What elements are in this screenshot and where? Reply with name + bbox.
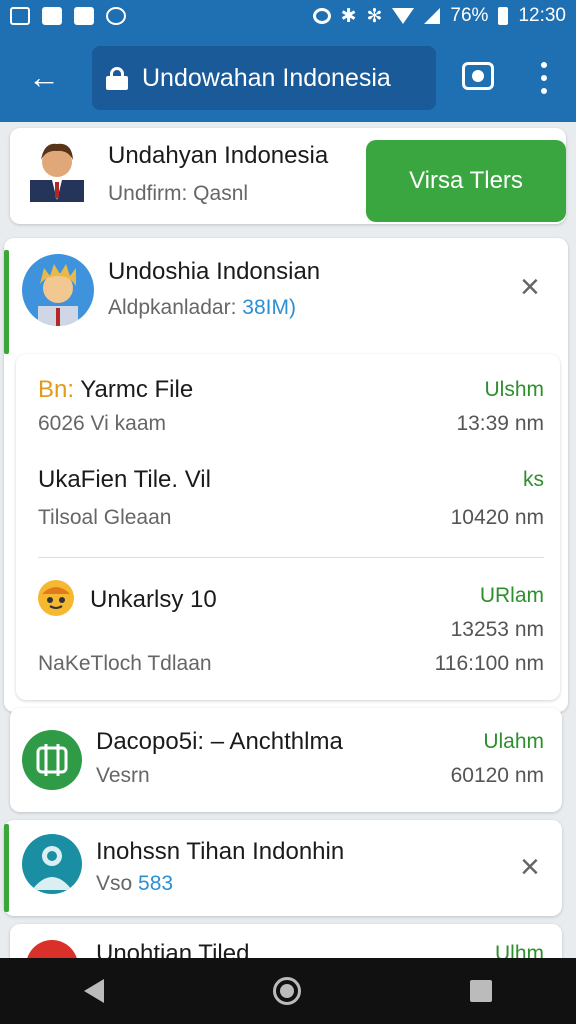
bluetooth-icon: ✱ bbox=[340, 5, 357, 27]
list-card-dacop[interactable]: Dacopo5i: – Anchthlma Ulahm Vesrn 60120 … bbox=[10, 708, 562, 812]
app-bar: ← Undowahan Indonesia bbox=[0, 32, 576, 122]
file-row-2-status: ks bbox=[523, 468, 544, 491]
dacop-sub: Vesrn bbox=[96, 764, 150, 787]
alarm-icon bbox=[312, 8, 331, 24]
file-row-2-title[interactable]: UkaFien Tile. Vil bbox=[38, 466, 211, 494]
image-notification-icon bbox=[10, 7, 30, 25]
accent-bar bbox=[4, 824, 9, 912]
back-arrow-icon[interactable]: ← bbox=[28, 61, 60, 93]
title-field[interactable]: Undowahan Indonesia bbox=[92, 46, 436, 110]
file-row-3-desc: NaKeTloch Tdlaan bbox=[38, 652, 212, 675]
nav-recents-icon[interactable] bbox=[469, 980, 492, 1002]
vibrate-icon: ✻ bbox=[366, 5, 383, 27]
inoh-sub-link[interactable]: 583 bbox=[138, 872, 173, 895]
inoh-sub: Vso 583 bbox=[96, 872, 173, 896]
contact-subtitle: Undfirm: Qasnl bbox=[108, 182, 249, 205]
dacop-title: Dacopo5i: – Anchthlma bbox=[96, 728, 343, 755]
list-card-inoh[interactable]: Inohssn Tihan Indonhin Vso 583 × bbox=[4, 820, 562, 916]
list-divider bbox=[38, 557, 544, 558]
emoji-avatar bbox=[38, 580, 74, 616]
inoh-sub-label: Vso bbox=[96, 872, 133, 895]
nav-home-icon[interactable] bbox=[272, 977, 301, 1005]
contact-name: Undahyan Indonesia bbox=[108, 142, 329, 169]
system-nav-bar bbox=[0, 958, 576, 1024]
file-name: Yarmc File bbox=[80, 376, 194, 403]
profile-subtitle: Aldpkanladar: 38IM) bbox=[108, 296, 296, 320]
file-row-2-desc: Tilsoal Gleaan bbox=[38, 506, 172, 529]
profile-subtitle-label: Aldpkanladar: bbox=[108, 296, 237, 319]
profile-name: Undoshia Indonsian bbox=[108, 258, 321, 285]
page-title: Undowahan Indonesia bbox=[142, 63, 391, 92]
file-row-1-title[interactable]: Bn: Yarmc File bbox=[38, 376, 193, 404]
contact-action-button[interactable]: Virsa Tlers bbox=[366, 140, 566, 222]
close-icon[interactable]: × bbox=[520, 270, 540, 304]
file-row-1-desc: 6026 Vi kaam bbox=[38, 412, 167, 435]
file-row-1-status: Ulshm bbox=[484, 378, 544, 401]
profile-avatar bbox=[22, 254, 94, 326]
accent-bar bbox=[4, 250, 9, 354]
nav-back-icon[interactable] bbox=[84, 979, 105, 1003]
dacop-time: 60120 nm bbox=[450, 764, 544, 787]
battery-percent: 76% bbox=[450, 5, 489, 26]
file-prefix: Bn: bbox=[38, 376, 75, 403]
file-row-3-title[interactable]: Unkarlsy 10 bbox=[90, 586, 217, 614]
wifi-icon bbox=[392, 8, 415, 24]
inoh-title: Inohssn Tihan Indonhin bbox=[96, 838, 345, 865]
contact-avatar bbox=[24, 136, 90, 202]
overflow-menu-icon[interactable] bbox=[532, 62, 556, 94]
file-row-3-time-b: 116:100 nm bbox=[434, 652, 544, 675]
file-row-3-time-a: 13253 nm bbox=[450, 618, 544, 641]
file-row-1-time: 13:39 nm bbox=[456, 412, 544, 435]
photo-notification-icon bbox=[42, 7, 62, 25]
profile-subtitle-link[interactable]: 38IM) bbox=[242, 296, 296, 319]
app-notification-icon bbox=[74, 7, 94, 25]
dacop-status: Ulahm bbox=[483, 730, 544, 753]
camera-icon[interactable] bbox=[462, 62, 494, 90]
file-row-3-status: URlam bbox=[479, 584, 544, 607]
close-icon[interactable]: × bbox=[520, 850, 540, 884]
lock-icon bbox=[106, 67, 128, 90]
battery-icon bbox=[498, 7, 509, 25]
clock: 12:30 bbox=[518, 5, 566, 26]
signal-icon bbox=[424, 8, 441, 24]
status-bar: ✱ ✻ 76% 12:30 bbox=[0, 0, 576, 32]
dacop-logo-icon bbox=[22, 730, 82, 790]
inoh-avatar bbox=[22, 834, 82, 894]
assistant-notification-icon bbox=[106, 7, 126, 25]
file-row-2-time: 10420 nm bbox=[450, 506, 544, 529]
